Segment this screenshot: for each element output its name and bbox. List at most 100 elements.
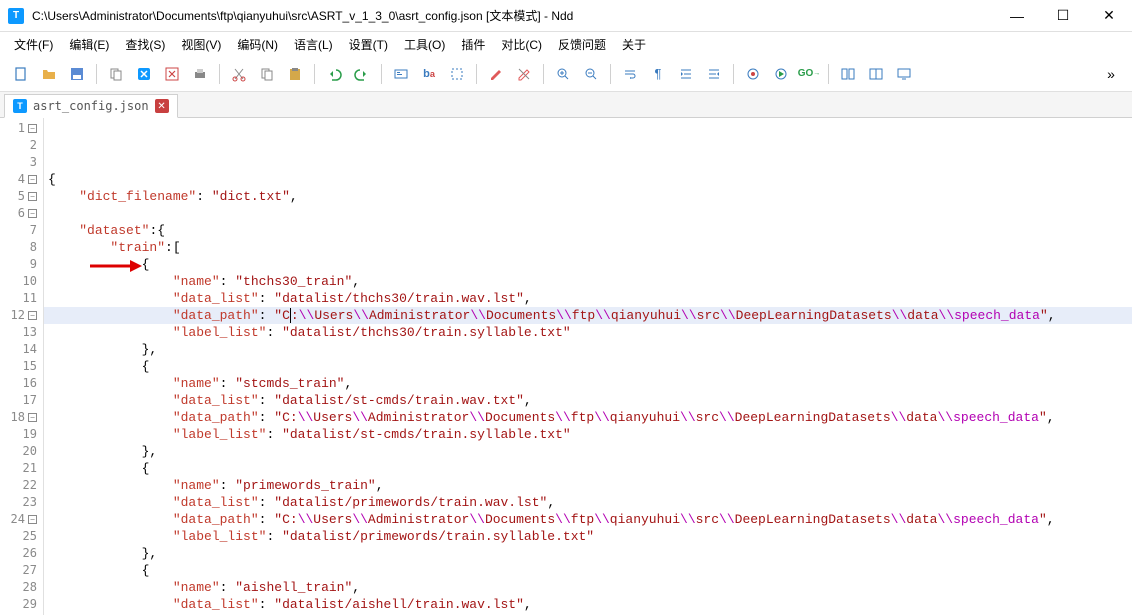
code-line[interactable]: "name": "stcmds_train", [44, 375, 1132, 392]
fold-icon[interactable]: − [28, 175, 37, 184]
new-file-icon[interactable] [8, 61, 34, 87]
code-line[interactable]: { [44, 171, 1132, 188]
code-line[interactable]: "data_path": "C:\\Users\\Administrator\\… [44, 511, 1132, 528]
code-line[interactable]: "data_list": "datalist/primewords/train.… [44, 494, 1132, 511]
code-line[interactable]: "name": "aishell_train", [44, 579, 1132, 596]
fold-icon[interactable]: − [28, 192, 37, 201]
replace-icon[interactable]: ba [416, 61, 442, 87]
line-number: 24− [0, 511, 43, 528]
copy2-icon[interactable] [254, 61, 280, 87]
code-line[interactable]: "label_list": "datalist/thchs30/train.sy… [44, 324, 1132, 341]
toolbar-overflow[interactable]: » [1098, 61, 1124, 87]
line-number: 11 [0, 290, 43, 307]
code-line[interactable]: "label_list": "datalist/primewords/train… [44, 528, 1132, 545]
window-controls: — ☐ ✕ [994, 0, 1132, 32]
menu-item[interactable]: 语言(L) [286, 33, 341, 56]
menu-item[interactable]: 查找(S) [117, 33, 173, 56]
code-line[interactable]: "data_list": "datalist/aishell/train.wav… [44, 596, 1132, 613]
split2-icon[interactable] [863, 61, 889, 87]
code-line[interactable]: "name": "thchs30_train", [44, 273, 1132, 290]
line-number: 27 [0, 562, 43, 579]
fold-icon[interactable]: − [28, 515, 37, 524]
copy-icon[interactable] [103, 61, 129, 87]
minimize-button[interactable]: — [994, 0, 1040, 32]
code-line[interactable]: "train":[ [44, 239, 1132, 256]
indent-icon[interactable] [673, 61, 699, 87]
code-line[interactable]: "data_list": "datalist/st-cmds/train.wav… [44, 392, 1132, 409]
code-line[interactable]: "name": "primewords_train", [44, 477, 1132, 494]
menu-item[interactable]: 视图(V) [173, 33, 229, 56]
menu-item[interactable]: 编辑(E) [61, 33, 117, 56]
zoom-out-icon[interactable] [578, 61, 604, 87]
line-number: 15 [0, 358, 43, 375]
code-line[interactable]: { [44, 256, 1132, 273]
save-icon[interactable] [64, 61, 90, 87]
bookmark-icon[interactable] [444, 61, 470, 87]
code-line[interactable]: "dict_filename": "dict.txt", [44, 188, 1132, 205]
line-number: 22 [0, 477, 43, 494]
fold-icon[interactable]: − [28, 413, 37, 422]
outdent-icon[interactable] [701, 61, 727, 87]
line-number: 16 [0, 375, 43, 392]
menu-item[interactable]: 插件 [453, 33, 493, 56]
code-line[interactable]: }, [44, 341, 1132, 358]
fold-icon[interactable]: − [28, 311, 37, 320]
code-line[interactable] [44, 205, 1132, 222]
toolbar: ba ¶ GO→ » [0, 56, 1132, 92]
line-number: 12− [0, 307, 43, 324]
maximize-button[interactable]: ☐ [1040, 0, 1086, 32]
editor: 1−234−5−6−789101112−131415161718−1920212… [0, 118, 1132, 615]
code-line[interactable]: "data_list": "datalist/thchs30/train.wav… [44, 290, 1132, 307]
code-area[interactable]: { "dict_filename": "dict.txt", "dataset"… [44, 118, 1132, 615]
line-number: 23 [0, 494, 43, 511]
code-line[interactable]: }, [44, 545, 1132, 562]
tab-close-icon[interactable]: ✕ [155, 99, 169, 113]
file-icon: T [13, 99, 27, 113]
code-line[interactable]: }, [44, 443, 1132, 460]
fold-icon[interactable]: − [28, 124, 37, 133]
menu-item[interactable]: 编码(N) [229, 33, 286, 56]
menu-item[interactable]: 文件(F) [6, 33, 61, 56]
go-icon[interactable]: GO→ [796, 61, 822, 87]
line-number: 3 [0, 154, 43, 171]
undo-icon[interactable] [321, 61, 347, 87]
wrap-icon[interactable] [617, 61, 643, 87]
code-line[interactable]: { [44, 460, 1132, 477]
menu-item[interactable]: 关于 [614, 33, 654, 56]
menu-item[interactable]: 工具(O) [396, 33, 453, 56]
line-number: 1− [0, 120, 43, 137]
menu-item[interactable]: 反馈问题 [550, 33, 614, 56]
line-number: 18− [0, 409, 43, 426]
menu-item[interactable]: 对比(C) [493, 33, 550, 56]
code-line[interactable]: "label_list": "datalist/st-cmds/train.sy… [44, 426, 1132, 443]
zoom-in-icon[interactable] [550, 61, 576, 87]
line-number: 7 [0, 222, 43, 239]
close-button[interactable]: ✕ [1086, 0, 1132, 32]
menu-item[interactable]: 设置(T) [341, 33, 396, 56]
code-line[interactable]: { [44, 358, 1132, 375]
print-icon[interactable] [187, 61, 213, 87]
paste-icon[interactable] [282, 61, 308, 87]
clear-highlight-icon[interactable] [511, 61, 537, 87]
whitespace-icon[interactable]: ¶ [645, 61, 671, 87]
monitor-icon[interactable] [891, 61, 917, 87]
close-doc-icon[interactable] [131, 61, 157, 87]
cut-icon[interactable] [226, 61, 252, 87]
code-line[interactable]: "dataset":{ [44, 222, 1132, 239]
open-file-icon[interactable] [36, 61, 62, 87]
toolbar-separator [733, 64, 734, 84]
close-all-icon[interactable] [159, 61, 185, 87]
code-line[interactable]: "data_path": "C:\\Users\\Administrator\\… [44, 409, 1132, 426]
highlight-icon[interactable] [483, 61, 509, 87]
code-line[interactable]: "data_path": "C:\\Users\\Administrator\\… [44, 307, 1132, 324]
split-icon[interactable] [835, 61, 861, 87]
toolbar-separator [314, 64, 315, 84]
play-icon[interactable] [768, 61, 794, 87]
line-number: 10 [0, 273, 43, 290]
fold-icon[interactable]: − [28, 209, 37, 218]
code-line[interactable]: { [44, 562, 1132, 579]
find-icon[interactable] [388, 61, 414, 87]
redo-icon[interactable] [349, 61, 375, 87]
record-icon[interactable] [740, 61, 766, 87]
tab-file[interactable]: T asrt_config.json ✕ [4, 94, 178, 118]
